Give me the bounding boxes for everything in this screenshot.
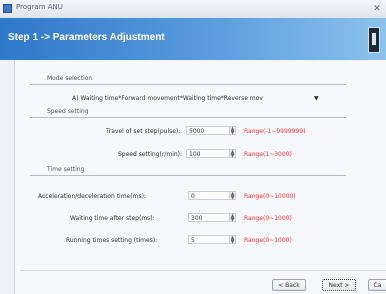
speed-input[interactable]: 100 bbox=[186, 149, 230, 158]
speed-section: Speed setting bbox=[30, 108, 346, 168]
next-button[interactable]: Next > bbox=[322, 279, 356, 291]
wait-time-spinner[interactable]: ▲ ▼ bbox=[229, 213, 236, 223]
running-times-label: Running times setting (times): bbox=[66, 237, 158, 244]
time-section-label: Time setting bbox=[46, 166, 86, 173]
speed-section-label: Speed setting bbox=[46, 108, 90, 115]
accel-time-range: Range(0~10000) bbox=[244, 193, 296, 200]
cancel-button[interactable]: Ca bbox=[368, 279, 386, 291]
wizard-header: Step 1 -> Parameters Adjustment bbox=[0, 18, 386, 60]
back-button[interactable]: < Back bbox=[272, 279, 306, 291]
running-times-input[interactable]: 5 bbox=[188, 235, 230, 244]
left-panel-edge bbox=[0, 60, 15, 294]
speed-spinner[interactable]: ▲ ▼ bbox=[229, 149, 236, 159]
running-times-spinner[interactable]: ▲ ▼ bbox=[229, 235, 236, 245]
accel-time-label: Acceleration/deceleration time(ms): bbox=[38, 193, 146, 200]
chevron-down-icon[interactable]: ▼ bbox=[314, 95, 319, 102]
wait-time-input[interactable]: 300 bbox=[188, 213, 230, 222]
speed-range: Range(1~3000) bbox=[244, 151, 292, 158]
speed-label: Speed setting(r/min): bbox=[118, 151, 183, 158]
travel-step-label: Travel of set step(pulse): bbox=[106, 128, 181, 135]
mode-section-label: Mode selection bbox=[46, 75, 94, 82]
travel-step-range: Range(-1~9999999) bbox=[244, 128, 306, 135]
wait-time-range: Range(0~1000) bbox=[244, 215, 292, 222]
close-icon[interactable]: ✕ bbox=[368, 0, 386, 18]
travel-step-spinner[interactable]: ▲ ▼ bbox=[229, 126, 236, 136]
accel-time-input[interactable]: 0 bbox=[188, 191, 230, 200]
wizard-content: Mode selection A) Waiting time*Forward m… bbox=[30, 62, 346, 262]
window-titlebar: Program ANU ✕ bbox=[0, 0, 386, 19]
travel-step-input[interactable]: 5000 bbox=[186, 126, 230, 135]
app-icon bbox=[3, 4, 12, 13]
mode-select[interactable]: A) Waiting time*Forward movement*Waiting… bbox=[72, 95, 316, 103]
footer-divider bbox=[20, 270, 386, 271]
page-title: Step 1 -> Parameters Adjustment bbox=[8, 32, 165, 43]
window-title: Program ANU bbox=[16, 3, 63, 11]
accel-time-spinner[interactable]: ▲ ▼ bbox=[229, 191, 236, 201]
wait-time-label: Waiting time after step(ms): bbox=[70, 215, 155, 222]
brand-logo-icon bbox=[368, 27, 380, 53]
running-times-range: Range(0~1000) bbox=[244, 237, 292, 244]
